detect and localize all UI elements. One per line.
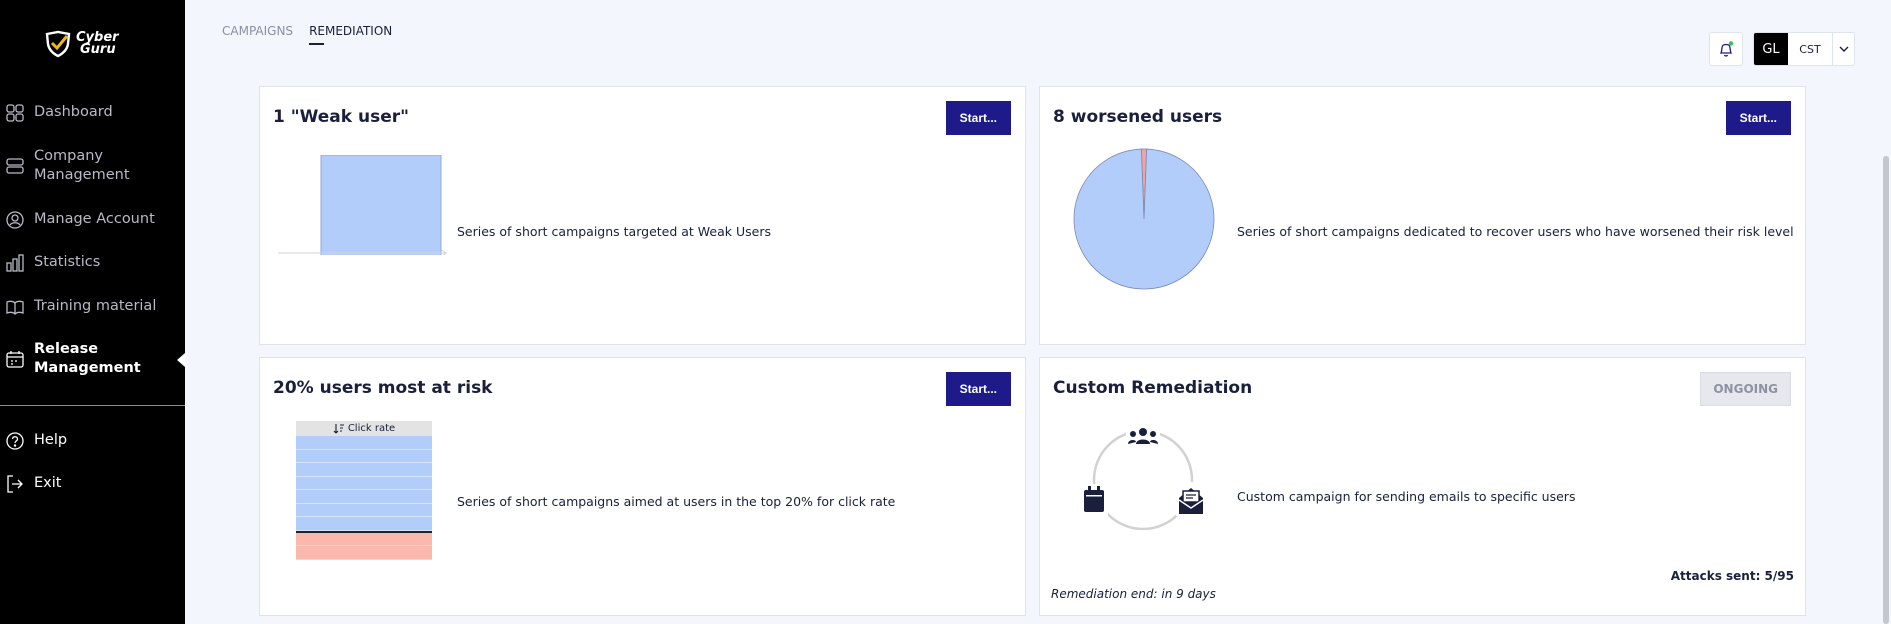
page-scrollbar[interactable] [1883, 156, 1889, 624]
dashboard-icon [6, 104, 24, 122]
start-most-at-risk-button[interactable]: Start... [945, 372, 1011, 406]
user-menu[interactable]: GL CST [1753, 32, 1855, 66]
user-menu-dropdown[interactable] [1832, 33, 1854, 65]
card-description: Custom campaign for sending emails to sp… [1237, 489, 1576, 504]
ranking-row [296, 503, 432, 517]
start-worsened-users-button[interactable]: Start... [1725, 101, 1791, 135]
exit-icon [7, 475, 23, 493]
sidebar-item-manage-account[interactable]: Manage Account [0, 210, 185, 229]
sidebar-item-company-management[interactable]: Company Management [0, 147, 185, 185]
shield-check-icon [45, 30, 71, 58]
status-badge: ONGOING [1700, 372, 1791, 406]
user-initials-avatar[interactable]: GL [1754, 33, 1788, 65]
organization-label: CST [1799, 42, 1821, 56]
account-icon [6, 211, 24, 229]
sidebar-item-label: Training material [34, 298, 157, 314]
card-description: Series of short campaigns aimed at users… [457, 494, 896, 509]
attacks-sent-counter: Attacks sent: 5/95 [1670, 569, 1794, 583]
tab-remediation[interactable]: REMEDIATION [309, 24, 392, 45]
sidebar-item-exit[interactable]: Exit [0, 474, 185, 493]
card-title: 1 "Weak user" [273, 107, 409, 127]
sort-descending-icon [333, 424, 344, 434]
weak-user-bar [320, 155, 442, 255]
sidebar-divider [0, 405, 185, 406]
ranking-row-at-risk [296, 546, 432, 560]
bell-icon [1719, 41, 1734, 57]
sidebar-item-label: Release Management [34, 341, 141, 376]
statistics-icon [6, 254, 24, 272]
card-title: 8 worsened users [1053, 107, 1223, 127]
most-at-risk-card: 20% users most at risk Start... Click ra… [259, 357, 1026, 616]
weak-user-card: 1 "Weak user" Start... Series of short c… [259, 86, 1026, 345]
ranking-row-at-risk [296, 532, 432, 546]
tab-campaigns[interactable]: CAMPAIGNS [222, 24, 293, 38]
notifications-button[interactable] [1709, 32, 1743, 66]
remediation-end-note: Remediation end: in 9 days [1051, 587, 1216, 601]
ranking-row [296, 476, 432, 490]
custom-remediation-card: Custom Remediation ONGOING Custom campai… [1039, 357, 1806, 616]
logo-text: Cyber Guru [76, 31, 119, 57]
chevron-down-icon [1839, 46, 1848, 52]
cyber-guru-logo[interactable]: Cyber Guru [44, 30, 119, 58]
users-group-icon [1126, 426, 1160, 448]
training-icon [6, 300, 24, 315]
sidebar-item-label: Statistics [34, 254, 101, 270]
ranking-row [296, 517, 432, 531]
logo-line-2: Guru [80, 42, 116, 57]
card-description: Series of short campaigns dedicated to r… [1237, 224, 1794, 239]
ranking-header-label: Click rate [347, 423, 396, 434]
sidebar-item-label: Exit [34, 475, 62, 491]
custom-remediation-diagram [1080, 426, 1206, 530]
sidebar-item-label: Dashboard [34, 104, 113, 120]
start-weak-user-button[interactable]: Start... [945, 101, 1011, 135]
ranking-row [296, 490, 432, 504]
sidebar-item-help[interactable]: Help [0, 431, 185, 450]
sidebar-item-label: Manage Account [34, 211, 155, 227]
card-title: 20% users most at risk [273, 378, 493, 398]
sidebar-item-dashboard[interactable]: Dashboard [0, 103, 185, 122]
top-tabs: CAMPAIGNS REMEDIATION [222, 24, 392, 45]
ranking-header: Click rate [296, 421, 432, 436]
worsened-users-card: 8 worsened users Start... Series of shor… [1039, 86, 1806, 345]
sidebar-item-statistics[interactable]: Statistics [0, 253, 185, 272]
ranking-row [296, 436, 432, 450]
sidebar-item-training-material[interactable]: Training material [0, 297, 185, 316]
card-description: Series of short campaigns targeted at We… [457, 224, 771, 239]
sidebar-item-label: Help [34, 432, 68, 448]
click-rate-ranking: Click rate [296, 421, 432, 560]
card-title: Custom Remediation [1053, 378, 1253, 398]
worsened-users-pie-chart [1073, 148, 1215, 290]
open-envelope-icon [1176, 482, 1206, 516]
ranking-row [296, 463, 432, 477]
sidebar-item-label: Company Management [34, 148, 130, 183]
active-item-caret [177, 353, 185, 367]
ranking-row [296, 449, 432, 463]
calendar-event-icon [1080, 484, 1108, 516]
help-icon [6, 432, 24, 450]
sidebar-item-release-management[interactable]: Release Management [0, 340, 185, 378]
sidebar: Cyber Guru Dashboard Company Management … [0, 0, 185, 624]
calendar-icon [6, 351, 24, 368]
weak-user-bar-chart [278, 155, 447, 255]
company-icon [6, 158, 24, 174]
